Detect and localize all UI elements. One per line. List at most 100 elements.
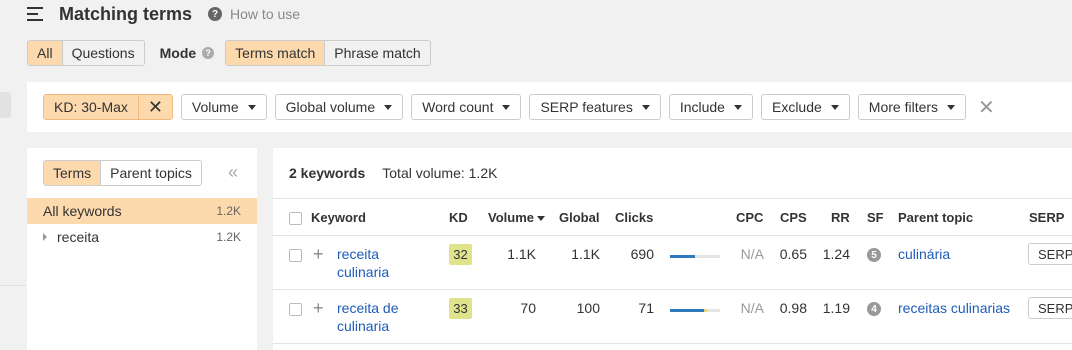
kd-filter-chip[interactable]: KD: 30-Max ✕ xyxy=(43,94,173,120)
results-summary: 2 keywords Total volume: 1.2K xyxy=(289,165,497,181)
column-serp[interactable]: SERP xyxy=(1029,210,1064,225)
clicks-bar xyxy=(670,255,720,258)
page-header: Matching terms ? How to use xyxy=(27,0,300,28)
volume-filter-dropdown[interactable]: Volume xyxy=(180,94,267,120)
cps-value: 0.65 xyxy=(779,246,807,262)
column-kd[interactable]: KD xyxy=(449,210,468,225)
keyword-link[interactable]: receita de culinaria xyxy=(337,299,398,335)
keyword-line: culinaria xyxy=(337,318,390,334)
column-global[interactable]: Global xyxy=(559,210,599,225)
sidebar-item-label: receita xyxy=(57,229,100,245)
cpc-value: N/A xyxy=(740,246,764,262)
clicks-value: 690 xyxy=(630,246,654,262)
chevron-down-icon xyxy=(733,104,742,110)
more-filters-dropdown[interactable]: More filters xyxy=(857,94,967,120)
terms-sidebar: Terms Parent topics « All keywords 1.2K … xyxy=(27,148,257,350)
menu-icon[interactable] xyxy=(27,7,43,21)
global-volume-filter-dropdown[interactable]: Global volume xyxy=(274,94,404,120)
chevron-down-icon xyxy=(247,104,256,110)
row-checkbox[interactable] xyxy=(289,303,302,316)
column-sf[interactable]: SF xyxy=(867,210,884,225)
chevron-down-icon xyxy=(830,104,839,110)
include-filter-label: Include xyxy=(679,99,725,115)
table-row: + receita de culinaria 33 70 100 71 N/A … xyxy=(273,290,1072,344)
more-filters-label: More filters xyxy=(868,99,939,115)
how-to-use-link[interactable]: How to use xyxy=(230,6,300,22)
remove-kd-filter-icon[interactable]: ✕ xyxy=(137,95,172,119)
sort-desc-icon xyxy=(537,216,545,222)
kd-filter-label[interactable]: KD: 30-Max xyxy=(44,95,138,119)
exclude-filter-label: Exclude xyxy=(771,99,822,115)
include-filter-dropdown[interactable]: Include xyxy=(668,94,753,120)
add-to-list-icon[interactable]: + xyxy=(313,245,324,263)
word-count-filter-label: Word count xyxy=(422,99,494,115)
kd-badge: 32 xyxy=(449,244,472,265)
left-rail-handle[interactable] xyxy=(0,92,11,118)
sidebar-item-receita[interactable]: receita 1.2K xyxy=(27,224,257,250)
rr-value: 1.24 xyxy=(822,246,850,262)
clear-filters-icon[interactable]: ✕ xyxy=(978,95,995,120)
column-cpc[interactable]: CPC xyxy=(736,210,763,225)
sidebar-item-count: 1.2K xyxy=(216,204,241,218)
serp-button[interactable]: SERP xyxy=(1028,297,1072,319)
chevron-down-icon xyxy=(641,104,650,110)
page-title: Matching terms xyxy=(59,3,193,24)
parent-topic-link[interactable]: receitas culinarias xyxy=(898,300,1010,316)
total-volume: Total volume: 1.2K xyxy=(382,165,498,181)
help-icon[interactable]: ? xyxy=(208,7,223,21)
sidebar-item-label: All keywords xyxy=(43,203,122,219)
organic-clicks-fill xyxy=(670,255,695,258)
sidebar-item-count: 1.2K xyxy=(216,230,241,244)
expand-triangle-icon[interactable] xyxy=(43,233,47,241)
paid-clicks-fill xyxy=(704,309,707,312)
mode-label: Mode xyxy=(159,45,197,61)
column-keyword[interactable]: Keyword xyxy=(311,210,366,225)
select-all-checkbox[interactable] xyxy=(289,212,302,225)
serp-features-filter-dropdown[interactable]: SERP features xyxy=(529,94,661,120)
keywords-panel: 2 keywords Total volume: 1.2K Keyword KD… xyxy=(273,148,1072,350)
add-to-list-icon[interactable]: + xyxy=(313,299,324,317)
terms-match-option[interactable]: Terms match xyxy=(226,41,325,65)
tab-parent-topics[interactable]: Parent topics xyxy=(100,161,201,185)
mode-help-icon[interactable]: ? xyxy=(202,47,215,59)
row-checkbox[interactable] xyxy=(289,249,302,262)
serp-button[interactable]: SERP xyxy=(1028,243,1072,265)
chevron-down-icon xyxy=(947,104,956,110)
column-cps[interactable]: CPS xyxy=(780,210,807,225)
volume-value: 70 xyxy=(520,300,536,316)
left-rail xyxy=(0,0,26,350)
organic-clicks-fill xyxy=(670,309,704,312)
kd-badge: 33 xyxy=(449,298,472,319)
column-rr[interactable]: RR xyxy=(831,210,850,225)
keyword-line: receita de xyxy=(337,300,399,316)
phrase-match-option[interactable]: Phrase match xyxy=(324,41,430,65)
chevron-down-icon xyxy=(502,104,511,110)
column-volume[interactable]: Volume xyxy=(488,210,545,225)
table-row: + receita culinaria 32 1.1K 1.1K 690 N/A… xyxy=(273,236,1072,290)
global-volume-value: 100 xyxy=(576,300,600,316)
tab-all[interactable]: All xyxy=(28,41,62,65)
sidebar-item-all-keywords[interactable]: All keywords 1.2K xyxy=(27,198,257,224)
keyword-link[interactable]: receita culinaria xyxy=(337,245,389,281)
left-rail-divider xyxy=(0,285,26,286)
column-parent-topic[interactable]: Parent topic xyxy=(898,210,973,225)
column-clicks[interactable]: Clicks xyxy=(615,210,653,225)
table-header: Keyword KD Volume Global Clicks CPC CPS … xyxy=(273,198,1072,236)
tab-questions[interactable]: Questions xyxy=(61,41,144,65)
parent-topic-link[interactable]: culinária xyxy=(898,246,950,262)
collapse-sidebar-icon[interactable]: « xyxy=(228,162,238,183)
volume-filter-label: Volume xyxy=(191,99,239,115)
global-volume-value: 1.1K xyxy=(571,246,600,262)
rr-value: 1.19 xyxy=(822,300,850,316)
word-count-filter-dropdown[interactable]: Word count xyxy=(411,94,522,120)
sidebar-tabs: Terms Parent topics xyxy=(43,160,202,186)
serp-features-count[interactable]: 4 xyxy=(867,302,881,316)
tab-terms[interactable]: Terms xyxy=(44,161,101,185)
filter-bar: KD: 30-Max ✕ Volume Global volume Word c… xyxy=(27,82,1072,132)
serp-features-count[interactable]: 5 xyxy=(867,248,881,262)
keyword-line: receita xyxy=(337,246,380,262)
exclude-filter-dropdown[interactable]: Exclude xyxy=(760,94,850,120)
clicks-bar xyxy=(670,309,720,312)
keyword-line: culinaria xyxy=(337,264,390,280)
serp-features-filter-label: SERP features xyxy=(540,99,633,115)
